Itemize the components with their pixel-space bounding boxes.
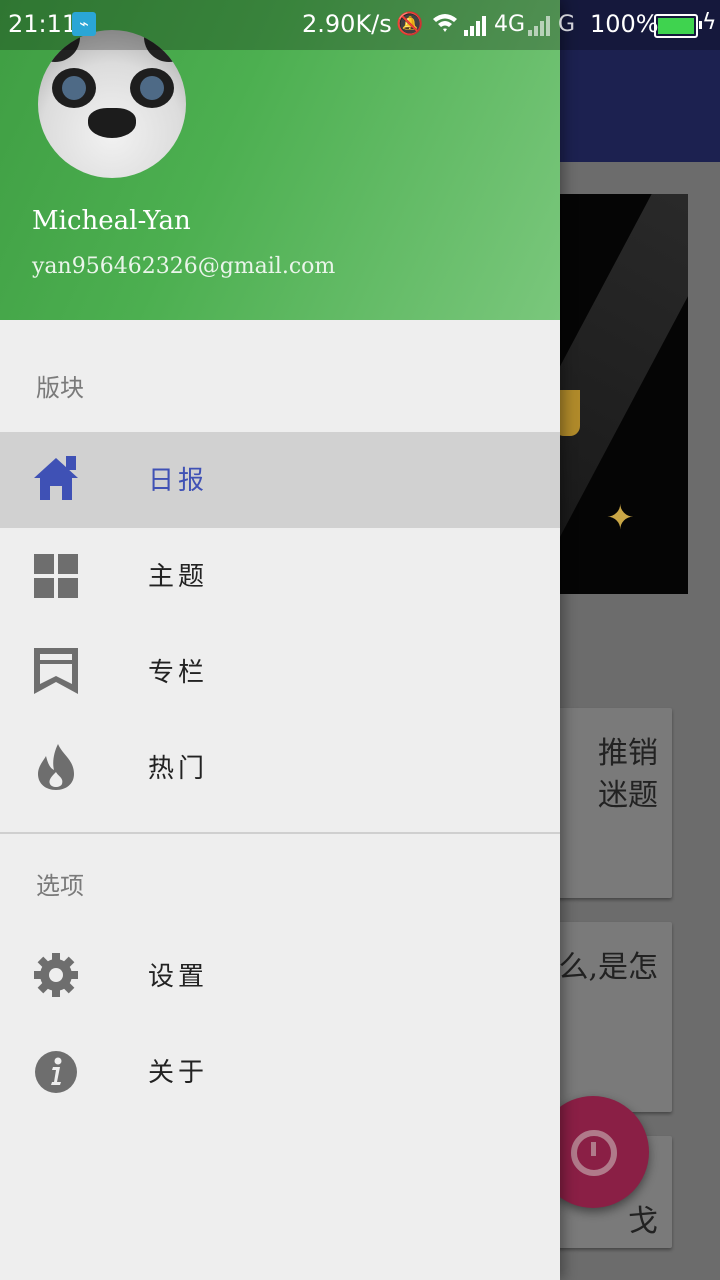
drawer-item-columns[interactable]: 专栏 [0, 624, 560, 720]
gear-icon [34, 953, 78, 997]
network-type: 4G [494, 12, 526, 37]
battery-percent: 100% [590, 10, 659, 38]
info-icon [35, 1051, 77, 1093]
drawer-divider [0, 832, 560, 834]
drawer-item-themes[interactable]: 主题 [0, 528, 560, 624]
drawer-item-daily[interactable]: 日报 [0, 432, 560, 528]
home-icon [34, 456, 78, 500]
card-title-line: 推销 [598, 736, 658, 771]
banner-star-icon: ✦ [606, 498, 635, 538]
user-name: Micheal-Yan [32, 206, 191, 236]
drawer-item-label: 专栏 [148, 658, 209, 688]
mute-icon: 🔕 [396, 12, 424, 37]
avatar-eye [52, 68, 96, 108]
network-type: G [558, 12, 576, 37]
status-time: 21:11 [8, 10, 78, 38]
drawer-item-settings[interactable]: 设置 [0, 928, 560, 1024]
section-label-boards: 版块 [36, 374, 84, 402]
user-email: yan956462326@gmail.com [32, 254, 336, 279]
section-label-options: 选项 [36, 872, 84, 900]
avatar-eye [130, 68, 174, 108]
drawer-item-label: 关于 [148, 1058, 209, 1088]
navigation-drawer: Micheal-Yan yan956462326@gmail.com 版块 日报… [0, 0, 560, 1280]
signal-icon [528, 14, 554, 36]
status-bar: 21:11 ⌁ 2.90K/s 🔕 4G G 100% ϟ [0, 0, 720, 50]
battery-icon [654, 14, 702, 38]
fire-icon [38, 744, 74, 790]
card-title-line: 么,是怎 [558, 950, 658, 985]
signal-icon [464, 14, 490, 36]
drawer-item-label: 日报 [148, 466, 209, 496]
card-title-line: 戈 [628, 1204, 658, 1239]
status-net-speed: 2.90K/s [302, 10, 392, 38]
grid-icon [34, 554, 78, 598]
drawer-item-label: 设置 [148, 962, 209, 992]
drawer-item-hot[interactable]: 热门 [0, 720, 560, 816]
drawer-item-label: 主题 [148, 562, 209, 592]
avatar[interactable] [38, 30, 186, 178]
usb-icon: ⌁ [72, 12, 96, 36]
card-title-line: 迷题 [598, 778, 658, 813]
bookmark-icon [34, 648, 78, 694]
wifi-icon [432, 12, 458, 40]
drawer-item-label: 热门 [148, 754, 209, 784]
drawer-item-about[interactable]: 关于 [0, 1024, 560, 1120]
refresh-icon [571, 1130, 617, 1176]
charging-icon: ϟ [702, 10, 717, 35]
avatar-nose [88, 108, 136, 138]
